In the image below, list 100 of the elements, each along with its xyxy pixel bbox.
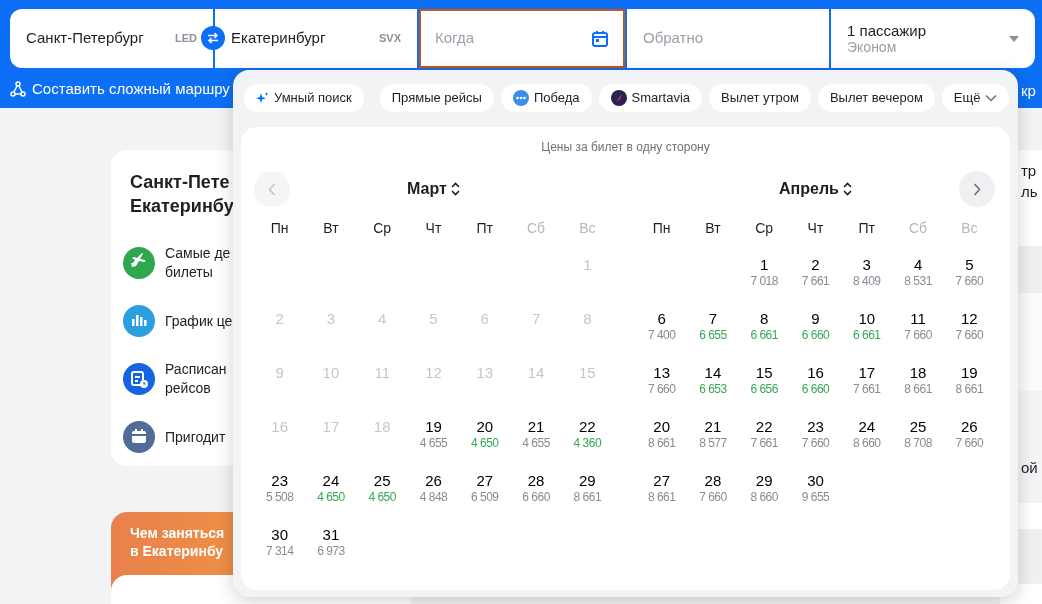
- price-label: 4 650: [471, 437, 499, 450]
- weekday-label: Ср: [754, 219, 775, 238]
- weekday-label: Чт: [806, 219, 825, 238]
- calendar-day[interactable]: 20 8 661: [636, 409, 688, 463]
- calendar-day[interactable]: 22 4 360: [561, 409, 613, 463]
- panel-text: ой: [1020, 458, 1039, 478]
- calendar-day[interactable]: 23 7 660: [789, 409, 842, 463]
- filter-chip[interactable]: Ещё: [941, 84, 1010, 112]
- filter-chip[interactable]: Победа: [500, 84, 592, 112]
- price-label: 8 409: [853, 275, 881, 288]
- calendar-day[interactable]: 26 4 848: [407, 463, 460, 517]
- price-label: 4 655: [522, 437, 550, 450]
- calendar-day[interactable]: 13 7 660: [636, 355, 688, 409]
- search-field[interactable]: Санкт-Петербург LED: [10, 9, 213, 68]
- calendar-day[interactable]: 17 7 661: [841, 355, 893, 409]
- weekday-label: Пт: [475, 219, 494, 238]
- month-title[interactable]: Март: [407, 177, 447, 201]
- price-label: 7 660: [955, 275, 984, 288]
- price-label: 8 661: [955, 383, 984, 396]
- calendar-day[interactable]: 19 8 661: [943, 355, 995, 409]
- menu-item[interactable]: Самые де билеты: [165, 244, 231, 282]
- weekday-label: Ср: [372, 219, 393, 238]
- filter-chip[interactable]: Умный поиск: [244, 84, 364, 112]
- filter-chip[interactable]: Прямые рейсы: [379, 84, 494, 112]
- price-label: 7 661: [853, 383, 881, 396]
- calendar-day[interactable]: 23 5 508: [254, 463, 306, 517]
- calendar-day[interactable]: 2 7 661: [789, 247, 842, 301]
- calendar-day[interactable]: 15 6 656: [738, 355, 790, 409]
- calendar-day[interactable]: 28 7 660: [687, 463, 739, 517]
- calendar-day[interactable]: 25 8 708: [892, 409, 944, 463]
- calendar-day[interactable]: 24 8 660: [841, 409, 893, 463]
- calendar-day[interactable]: 1 7 018: [738, 247, 790, 301]
- calendar-day[interactable]: 21 4 655: [510, 409, 562, 463]
- calendar-day[interactable]: 25 4 650: [356, 463, 408, 517]
- filter-chip[interactable]: Smartavia: [598, 84, 703, 112]
- price-label: 4 650: [368, 491, 396, 504]
- route-link[interactable]: Составить сложный маршру: [32, 78, 230, 101]
- price-label: 5 508: [265, 491, 294, 504]
- weekday-label: Пн: [651, 219, 672, 238]
- price-label: 6 660: [801, 383, 830, 396]
- price-label: 7 314: [265, 545, 294, 558]
- price-label: 7 018: [750, 275, 778, 288]
- price-label: 4 848: [419, 491, 448, 504]
- calendar-day[interactable]: 9 6 660: [789, 301, 842, 355]
- link-text[interactable]: кр: [1021, 80, 1036, 103]
- price-label: 6 653: [699, 383, 727, 396]
- sort-icon: [450, 182, 460, 196]
- calendar-day[interactable]: 29 8 660: [738, 463, 790, 517]
- previous-button[interactable]: [254, 171, 290, 207]
- filter-chip[interactable]: Вылет утром: [709, 84, 811, 112]
- calendar-day[interactable]: 20 4 650: [459, 409, 511, 463]
- calendar-day[interactable]: 16 6 660: [789, 355, 842, 409]
- weekday-label: Сб: [908, 219, 929, 238]
- promo-title: Чем заняться в Екатеринбу: [130, 524, 225, 560]
- calendar-day[interactable]: 12 7 660: [943, 301, 995, 355]
- next-button[interactable]: [959, 171, 995, 207]
- card-title: Санкт-Пете Екатеринбу: [130, 171, 234, 218]
- calendar-day[interactable]: 8 6 661: [738, 301, 790, 355]
- calendar-day[interactable]: 6 7 400: [636, 301, 688, 355]
- calendar-day[interactable]: 3 8 409: [841, 247, 893, 301]
- calendar-day[interactable]: 18 8 661: [892, 355, 944, 409]
- month-title[interactable]: Апрель: [779, 177, 839, 201]
- price-label: 6 509: [471, 491, 499, 504]
- price-label: 7 661: [750, 437, 778, 450]
- calendar-day[interactable]: 24 4 650: [305, 463, 357, 517]
- calendar-day[interactable]: 21 8 577: [687, 409, 739, 463]
- calendar-day[interactable]: 27 8 661: [636, 463, 688, 517]
- caret-icon: [1009, 35, 1019, 42]
- calendar-day[interactable]: 31 6 973: [305, 517, 357, 571]
- calendar-day[interactable]: 29 8 661: [561, 463, 613, 517]
- price-label: 8 708: [904, 437, 932, 450]
- calendar-day[interactable]: 5 7 660: [943, 247, 995, 301]
- search-field[interactable]: 1 пассажир Эконом: [831, 9, 1035, 68]
- menu-item[interactable]: График це: [165, 311, 233, 331]
- calendar-day[interactable]: 28 6 660: [510, 463, 562, 517]
- calendar-day[interactable]: 14 6 653: [687, 355, 739, 409]
- chevron-right-icon: [973, 182, 981, 196]
- calendar-day[interactable]: 26 7 660: [943, 409, 995, 463]
- price-label: 4 650: [317, 491, 345, 504]
- calendar-day[interactable]: 4 8 531: [892, 247, 944, 301]
- calendar-day[interactable]: 19 4 655: [407, 409, 460, 463]
- price-label: 4 360: [573, 437, 602, 450]
- filter-chip[interactable]: Вылет вечером: [817, 84, 935, 112]
- chevron-down-icon: [985, 94, 998, 102]
- calendar-day[interactable]: 30 9 655: [789, 463, 842, 517]
- price-label: 9 655: [801, 491, 830, 504]
- price-label: 8 660: [750, 491, 778, 504]
- chevron-left-icon: [268, 182, 276, 196]
- calendar-day[interactable]: 11 7 660: [892, 301, 944, 355]
- menu-item[interactable]: Расписан рейсов: [165, 360, 227, 398]
- calendar-day[interactable]: 27 6 509: [459, 463, 511, 517]
- price-label: 8 661: [647, 491, 676, 504]
- calendar-day[interactable]: 7 6 655: [687, 301, 739, 355]
- calendar-day[interactable]: 30 7 314: [254, 517, 306, 571]
- calendar-day[interactable]: 10 6 661: [841, 301, 893, 355]
- price-label: 8 531: [904, 275, 932, 288]
- menu-item[interactable]: Пригодит: [165, 427, 226, 447]
- calendar-day[interactable]: 22 7 661: [738, 409, 790, 463]
- search-field[interactable]: Екатеринбург SVX: [215, 9, 417, 68]
- price-label: 4 655: [419, 437, 448, 450]
